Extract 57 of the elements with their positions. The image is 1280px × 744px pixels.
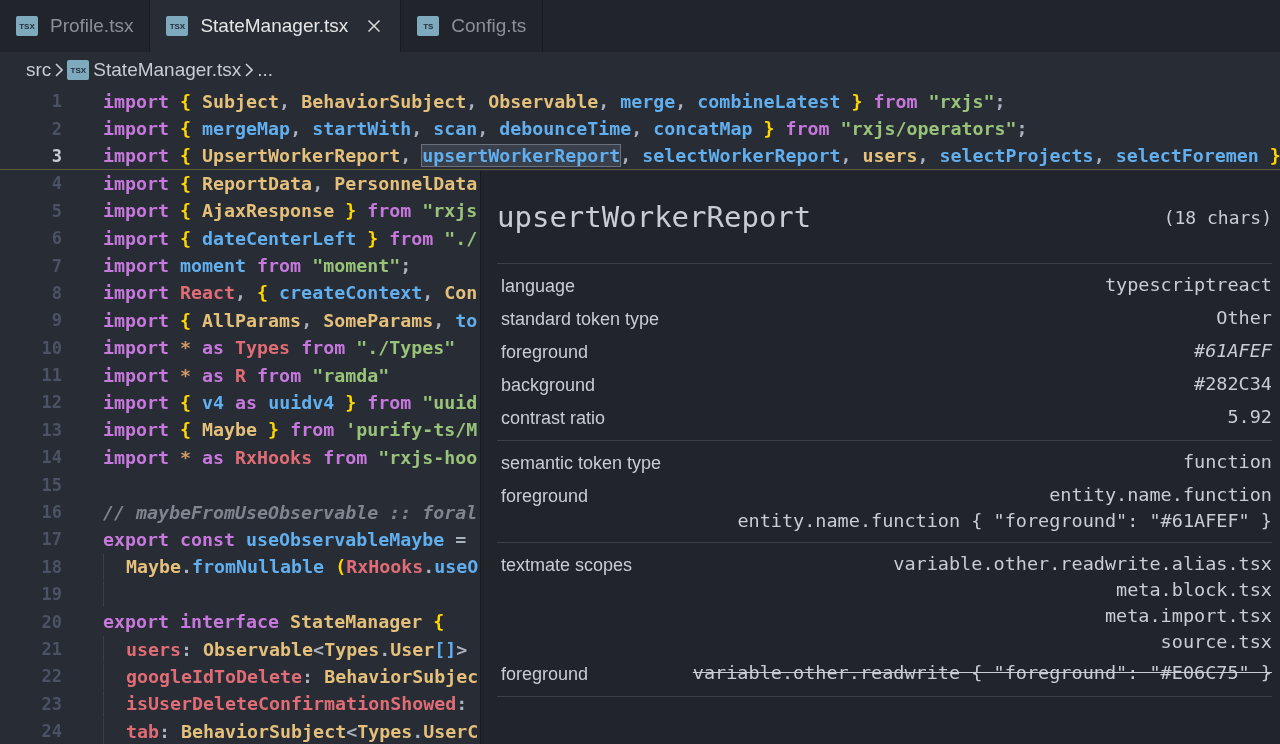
info-label: standard token type bbox=[500, 308, 660, 331]
code-line: export interface StateManager { bbox=[103, 611, 445, 633]
code-line: import moment from "moment"; bbox=[103, 255, 412, 277]
code-line: import * as RxHooks from "rxjs-hoo bbox=[103, 446, 478, 468]
info-label: language bbox=[500, 275, 576, 298]
chevron-icon bbox=[55, 63, 64, 77]
code-line: Maybe.fromNullable (RxHooks.useO bbox=[126, 556, 479, 578]
line-number: 3 bbox=[50, 145, 62, 166]
code-line: import { Maybe } from 'purify-ts/M bbox=[103, 419, 478, 441]
file-type-icon: TSX bbox=[166, 16, 189, 36]
code-line: import { dateCenterLeft } from "./ bbox=[103, 227, 478, 249]
file-type-icon: TSX bbox=[67, 60, 90, 80]
breadcrumb-folder[interactable]: src bbox=[26, 59, 52, 81]
code-line: import { UpsertWorkerReport, upsertWorkerReport, selectWorkerReport, users, selectProjects, selectForemen } bbox=[103, 145, 1280, 167]
code-line: import { ReportData, PersonnelData bbox=[103, 172, 478, 194]
info-value: variable.other.readwrite { "foreground": "#E06C75" } bbox=[692, 661, 1272, 685]
info-value: entity.name.function bbox=[1049, 483, 1272, 507]
info-label: foreground bbox=[500, 485, 589, 508]
info-value: #282C34 bbox=[1194, 372, 1272, 396]
code-line: import * as R from "ramda" bbox=[103, 364, 390, 386]
code-line: users: Observable<Types.User[]> bbox=[126, 638, 468, 660]
info-value: meta.block.tsx bbox=[1116, 578, 1272, 602]
code-line: isUserDeleteConfirmationShowed: bbox=[126, 693, 468, 715]
info-value: entity.name.function { "foreground": "#61AFEF" } bbox=[737, 509, 1272, 533]
code-line: import * as Types from "./Types" bbox=[103, 337, 456, 359]
code-line: import { AllParams, SomeParams, to bbox=[103, 309, 478, 331]
info-value: meta.import.tsx bbox=[1104, 604, 1272, 628]
info-value: source.tsx bbox=[1160, 630, 1272, 654]
code-line: import { v4 as uuidv4 } from "uuid bbox=[103, 392, 478, 413]
info-label: foreground bbox=[500, 341, 589, 364]
info-value: Other bbox=[1216, 306, 1272, 330]
code-line: export const useObservableMaybe = bbox=[103, 528, 467, 550]
file-type-icon: TSX bbox=[16, 16, 38, 36]
info-label: textmate scopes bbox=[500, 554, 633, 577]
info-label: contrast ratio bbox=[500, 407, 606, 430]
info-label: foreground bbox=[500, 663, 589, 686]
file-type-icon: TS bbox=[417, 16, 440, 36]
code-line: import { Subject, BehaviorSubject, Observable, merge, combineLatest } from "rxjs"; bbox=[103, 90, 1006, 112]
code-line: // maybeFromUseObservable :: foral bbox=[103, 501, 478, 523]
breadcrumb-file[interactable]: StateManager.tsx bbox=[93, 59, 242, 81]
token-name: upsertWorkerReport bbox=[497, 200, 812, 234]
code-line: googleIdToDelete: BehaviorSubjec bbox=[126, 665, 479, 687]
code-line: import React, { createContext, Con bbox=[103, 282, 478, 304]
info-value: function bbox=[1182, 450, 1272, 474]
breadcrumb-more[interactable]: ... bbox=[257, 59, 274, 81]
info-value: variable.other.readwrite.alias.tsx bbox=[893, 552, 1272, 576]
code-line: tab: BehaviorSubject<Types.UserC bbox=[126, 720, 479, 742]
chevron-icon bbox=[245, 63, 254, 77]
code-line: import { AjaxResponse } from "rxjs bbox=[103, 200, 478, 222]
char-count: (18 chars) bbox=[1163, 206, 1272, 228]
info-value: #61AFEF bbox=[1194, 339, 1272, 363]
editor-tab[interactable]: TSX StateManager.tsx bbox=[150, 0, 402, 52]
info-value: 5.92 bbox=[1227, 405, 1272, 429]
info-value: typescriptreact bbox=[1104, 273, 1272, 297]
info-label: semantic token type bbox=[500, 452, 662, 475]
code-line: import { mergeMap, startWith, scan, debounceTime, concatMap } from "rxjs/operators"; bbox=[103, 118, 1028, 140]
info-label: background bbox=[500, 374, 596, 397]
